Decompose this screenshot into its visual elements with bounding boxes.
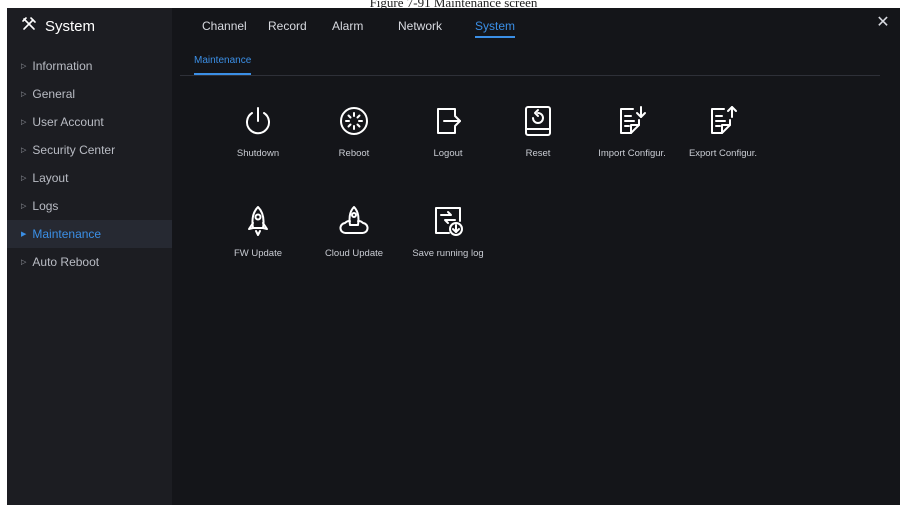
sidebar-item-label: Security Center [32,143,116,157]
sidebar-item-label: Auto Reboot [32,255,100,269]
subtab-bar: Maintenance [180,55,880,76]
tile-label: Reset [525,148,551,159]
save-log-icon [435,207,463,236]
tab-alarm[interactable]: Alarm [332,8,363,44]
export-config-icon [711,106,737,134]
triangle-right-icon: ▷ [21,203,27,210]
sidebar-item-label: Maintenance [32,227,102,241]
sidebar-item-logs[interactable]: ▷ Logs [7,192,172,220]
tile-label: Cloud Update [324,248,384,259]
rocket-icon [248,206,268,236]
sidebar-item-label: User Account [32,115,104,129]
reset-button[interactable]: Reset [493,104,583,172]
sidebar-item-information[interactable]: ▷ Information [7,52,172,80]
tile-label: Export Configur. [688,148,758,159]
triangle-right-icon: ▷ [21,259,27,266]
subtab-maintenance[interactable]: Maintenance [194,55,252,75]
app-title: System [45,17,96,35]
import-config-button[interactable]: Import Configur. [587,104,677,172]
tab-channel[interactable]: Channel [202,8,247,44]
sidebar-item-user-account[interactable]: ▷ User Account [7,108,172,136]
reboot-icon [340,107,368,135]
triangle-right-icon: ▷ [21,91,27,98]
system-settings-window: System ▷ Information ▷ General ▷ User Accou… [7,8,900,505]
reboot-button[interactable]: Reboot [309,104,399,172]
tile-label: Logout [433,148,463,159]
sidebar-item-label: Information [32,59,93,73]
import-config-icon [620,106,646,134]
sidebar-nav: ▷ Information ▷ General ▷ User Account ▷ Sec… [7,52,172,276]
triangle-right-icon: ▷ [21,175,27,182]
triangle-right-icon: ▷ [21,147,27,154]
tab-network[interactable]: Network [398,8,442,44]
cloud-rocket-icon [339,206,369,234]
triangle-right-icon: ▷ [21,63,27,70]
sidebar: System ▷ Information ▷ General ▷ User Accou… [7,8,172,505]
sidebar-item-label: Logs [32,199,59,213]
sidebar-item-layout[interactable]: ▷ Layout [7,164,172,192]
tile-label: FW Update [233,248,283,259]
shutdown-button[interactable]: Shutdown [213,104,303,172]
export-config-button[interactable]: Export Configur. [678,104,768,172]
reset-icon [525,106,551,136]
tab-record[interactable]: Record [268,8,307,44]
close-icon[interactable]: ✕ [874,14,892,32]
logout-icon [437,108,461,134]
app-brand: System [7,8,172,44]
sidebar-item-label: General [32,87,76,101]
logout-button[interactable]: Logout [403,104,493,172]
sidebar-item-auto-reboot[interactable]: ▷ Auto Reboot [7,248,172,276]
tab-system[interactable]: System [475,8,516,44]
sidebar-item-maintenance[interactable]: ▶ Maintenance [7,220,172,248]
cloud-update-button[interactable]: Cloud Update [309,204,399,272]
triangle-right-icon: ▷ [21,119,27,126]
sidebar-item-general[interactable]: ▷ General [7,80,172,108]
tile-label: Import Configur. [598,148,666,159]
tile-label: Save running log [412,248,484,259]
tile-label: Shutdown [236,148,280,159]
sidebar-item-label: Layout [32,171,69,185]
top-tab-bar: Channel Record Alarm Network System ✕ [172,8,900,44]
sidebar-item-security-center[interactable]: ▷ Security Center [7,136,172,164]
triangle-right-filled-icon: ▶ [21,231,27,238]
tile-label: Reboot [338,148,370,159]
tools-icon [21,16,37,36]
fw-update-button[interactable]: FW Update [213,204,303,272]
figure-caption: Figure 7-91 Maintenance screen [369,0,538,8]
power-icon [246,107,270,135]
save-running-log-button[interactable]: Save running log [403,204,493,272]
